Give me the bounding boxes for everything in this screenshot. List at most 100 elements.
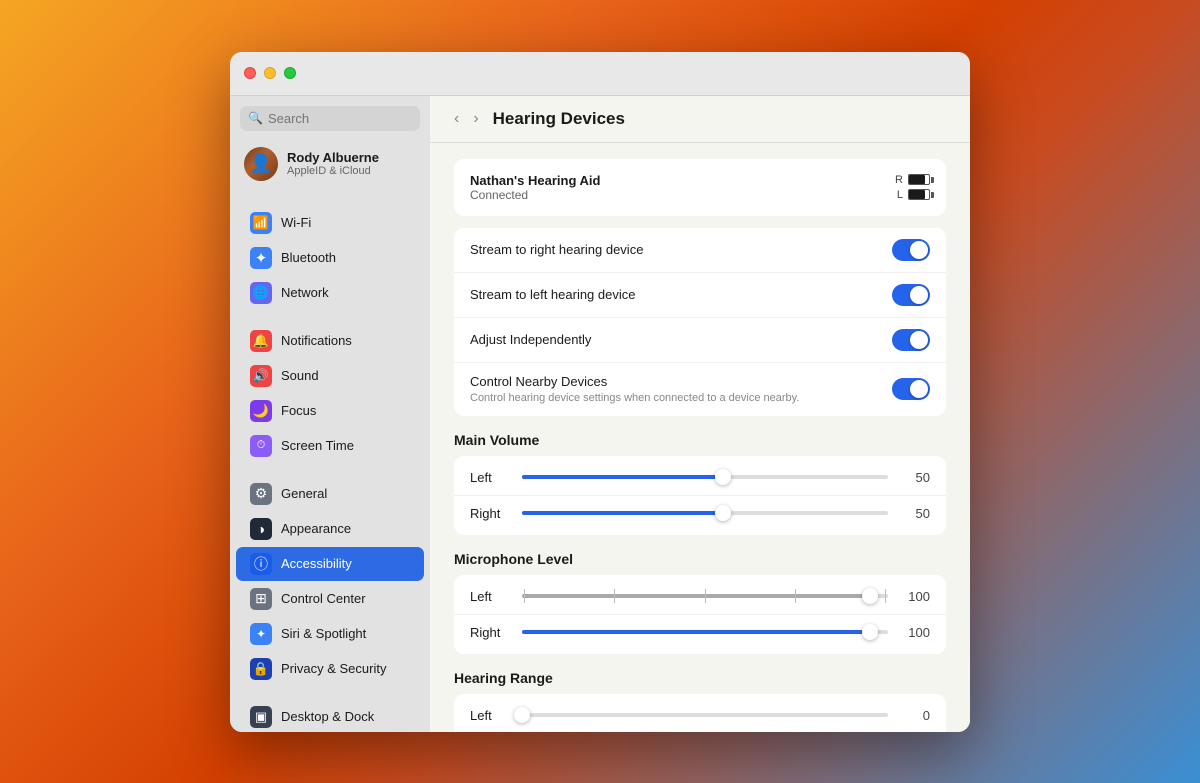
sidebar-item-label: Siri & Spotlight: [281, 626, 366, 641]
toggle-adjust[interactable]: [892, 329, 930, 351]
sidebar-item-desktop[interactable]: ▣ Desktop & Dock: [236, 700, 424, 732]
slider-value: 0: [900, 708, 930, 723]
toggle-label: Adjust Independently: [470, 332, 892, 347]
sidebar-item-label: General: [281, 486, 327, 501]
mic-right-thumb[interactable]: [862, 624, 878, 640]
user-profile[interactable]: 👤 Rody Albuerne AppleID & iCloud: [230, 139, 430, 191]
back-button[interactable]: ‹: [450, 108, 463, 130]
sidebar-item-appearance[interactable]: ◑ Appearance: [236, 512, 424, 546]
content-area: 🔍 👤 Rody Albuerne AppleID & iCloud 📶 Wi-…: [230, 96, 970, 732]
close-button[interactable]: [244, 67, 256, 79]
vol-left-track[interactable]: [522, 475, 888, 479]
accessibility-icon: ⓘ: [250, 553, 272, 575]
vol-left-thumb[interactable]: [715, 469, 731, 485]
sidebar-item-label: Appearance: [281, 521, 351, 536]
slider-row-range-left: Left 0: [454, 698, 946, 732]
sidebar-item-wifi[interactable]: 📶 Wi-Fi: [236, 206, 424, 240]
slider-row-vol-right: Right 50: [454, 496, 946, 531]
toggle-stream-left[interactable]: [892, 284, 930, 306]
sidebar-item-label: Sound: [281, 368, 319, 383]
sound-icon: 🔊: [250, 365, 272, 387]
main-panel: ‹ › Hearing Devices Nathan's Hearing Aid…: [430, 96, 970, 732]
network-icon: 🌐: [250, 282, 272, 304]
panel-title: Hearing Devices: [493, 109, 625, 129]
slider-value: 100: [900, 589, 930, 604]
toggle-nearby[interactable]: [892, 378, 930, 400]
search-icon: 🔍: [248, 111, 263, 125]
sidebar-item-label: Control Center: [281, 591, 366, 606]
avatar: 👤: [244, 147, 278, 181]
user-subtitle: AppleID & iCloud: [287, 165, 379, 177]
traffic-lights: [244, 67, 296, 79]
device-card: Nathan's Hearing Aid Connected R L: [454, 159, 946, 216]
bluetooth-icon: ✦: [250, 247, 272, 269]
toggle-row-adjust: Adjust Independently: [454, 318, 946, 363]
notifications-icon: 🔔: [250, 330, 272, 352]
sidebar-item-screentime[interactable]: ⏱ Screen Time: [236, 429, 424, 463]
minimize-button[interactable]: [264, 67, 276, 79]
user-name: Rody Albuerne: [287, 150, 379, 165]
sidebar-item-label: Focus: [281, 403, 316, 418]
search-input[interactable]: [268, 111, 412, 126]
user-info: Rody Albuerne AppleID & iCloud: [287, 150, 379, 177]
slider-label: Left: [470, 708, 510, 723]
appearance-icon: ◑: [250, 518, 272, 540]
panel-body: Nathan's Hearing Aid Connected R L: [430, 143, 970, 732]
mic-right-fill: [522, 630, 870, 634]
slider-value: 50: [900, 470, 930, 485]
range-left-track[interactable]: [522, 713, 888, 717]
sidebar-item-sound[interactable]: 🔊 Sound: [236, 359, 424, 393]
battery-label-l: L: [897, 189, 903, 201]
system-settings-window: 🔍 👤 Rody Albuerne AppleID & iCloud 📶 Wi-…: [230, 52, 970, 732]
controlcenter-icon: ⊞: [250, 588, 272, 610]
sidebar-item-accessibility[interactable]: ⓘ Accessibility: [236, 547, 424, 581]
desktop-icon: ▣: [250, 706, 272, 728]
toggle-row-content: Stream to right hearing device: [470, 242, 892, 257]
toggle-row-content: Control Nearby Devices Control hearing d…: [470, 374, 892, 405]
sidebar-item-general[interactable]: ⚙ General: [236, 477, 424, 511]
focus-icon: 🌙: [250, 400, 272, 422]
slider-label: Right: [470, 506, 510, 521]
vol-right-thumb[interactable]: [715, 505, 731, 521]
title-bar: [230, 52, 970, 96]
sidebar-item-network[interactable]: 🌐 Network: [236, 276, 424, 310]
slider-card-range: Left 0 Right 0: [454, 694, 946, 732]
sidebar-group-display: ▣ Desktop & Dock ⬛ Displays 🖼 Wallpaper …: [230, 697, 430, 732]
sidebar-item-controlcenter[interactable]: ⊞ Control Center: [236, 582, 424, 616]
search-box[interactable]: 🔍: [240, 106, 420, 131]
battery-label-r: R: [895, 174, 903, 186]
battery-indicators: R L: [895, 174, 930, 201]
slider-label: Left: [470, 470, 510, 485]
sidebar-item-label: Wi-Fi: [281, 215, 311, 230]
toggle-row-stream-left: Stream to left hearing device: [454, 273, 946, 318]
wifi-icon: 📶: [250, 212, 272, 234]
sidebar-item-notifications[interactable]: 🔔 Notifications: [236, 324, 424, 358]
sidebar-item-focus[interactable]: 🌙 Focus: [236, 394, 424, 428]
toggle-row-content: Adjust Independently: [470, 332, 892, 347]
sidebar-item-bluetooth[interactable]: ✦ Bluetooth: [236, 241, 424, 275]
privacy-icon: 🔒: [250, 658, 272, 680]
battery-icon-r: [908, 174, 930, 185]
vol-right-track[interactable]: [522, 511, 888, 515]
sidebar-item-privacy[interactable]: 🔒 Privacy & Security: [236, 652, 424, 686]
battery-icon-l: [908, 189, 930, 200]
panel-header: ‹ › Hearing Devices: [430, 96, 970, 143]
slider-label: Right: [470, 625, 510, 640]
toggle-row-content: Stream to left hearing device: [470, 287, 892, 302]
mic-right-track[interactable]: [522, 630, 888, 634]
forward-button[interactable]: ›: [469, 108, 482, 130]
vol-left-fill: [522, 475, 723, 479]
slider-row-vol-left: Left 50: [454, 460, 946, 496]
sidebar-item-siri[interactable]: ✦ Siri & Spotlight: [236, 617, 424, 651]
toggle-stream-right[interactable]: [892, 239, 930, 261]
mic-left-track[interactable]: [522, 594, 888, 598]
slider-row-mic-left: Left: [454, 579, 946, 615]
range-left-thumb[interactable]: [514, 707, 530, 723]
maximize-button[interactable]: [284, 67, 296, 79]
sidebar-item-label: Privacy & Security: [281, 661, 386, 676]
sidebar-item-label: Network: [281, 285, 329, 300]
slider-value: 100: [900, 625, 930, 640]
section-header-range: Hearing Range: [454, 670, 946, 686]
sidebar-item-label: Bluetooth: [281, 250, 336, 265]
slider-label: Left: [470, 589, 510, 604]
